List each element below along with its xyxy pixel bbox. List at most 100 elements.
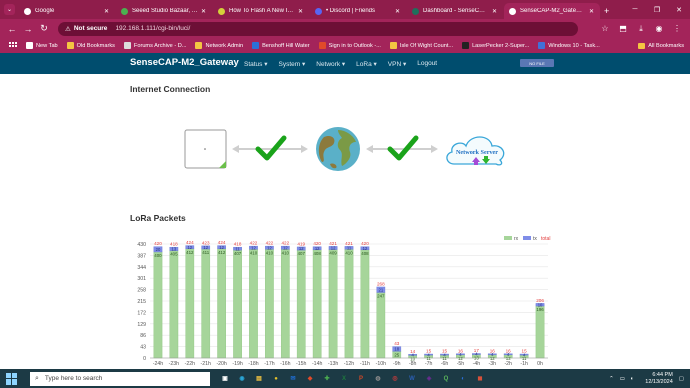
x-tick-label: -23h	[169, 361, 179, 367]
address-bar[interactable]: ⚠ Not secure 192.168.1.111/cgi-bin/luci/	[58, 21, 578, 36]
network-icon[interactable]: ▭	[620, 376, 625, 382]
router-menu-item[interactable]: Network ▾	[316, 60, 345, 68]
close-tab-icon[interactable]: ✕	[395, 8, 400, 15]
all-bookmarks-label[interactable]: All Bookmarks	[648, 43, 684, 49]
all-bookmarks-button[interactable]: All Bookmarks	[638, 38, 684, 53]
taskbar-app-icon[interactable]: Q	[439, 373, 453, 385]
close-window-icon[interactable]: ✕	[668, 0, 690, 19]
taskbar-app-icon[interactable]: X	[337, 373, 351, 385]
taskbar-app-icon[interactable]: ◍	[371, 373, 385, 385]
tab-title[interactable]: Seeed Studio Bazaar, The I	[132, 8, 198, 14]
minimize-icon[interactable]: ─	[624, 0, 646, 19]
y-tick-label: 215	[137, 299, 146, 305]
bookmark-item[interactable]: Network Admin	[195, 42, 243, 49]
new-tab-button[interactable]: +	[604, 3, 609, 19]
router-menu-item[interactable]: VPN ▾	[388, 60, 406, 68]
router-menu-item[interactable]: LoRa ▾	[356, 60, 377, 68]
bookmark-label[interactable]: Old Bookmarks	[77, 43, 115, 49]
router-menu-item[interactable]: Logout	[417, 60, 437, 67]
bookmark-label[interactable]: Benshoff Hill Water	[262, 43, 310, 49]
taskbar-app-icon[interactable]: W	[405, 373, 419, 385]
menu-icon[interactable]: ⋮	[668, 24, 686, 34]
bookmark-item[interactable]: Sign in to Outlook -...	[318, 42, 381, 49]
bookmark-item[interactable]: LaserPecker 2-Super...	[462, 42, 529, 49]
bookmark-item[interactable]: Forums Archive - D...	[123, 42, 187, 49]
close-tab-icon[interactable]: ✕	[492, 8, 497, 15]
browser-tab[interactable]: SenseCAP-M2_Gateway - ✕	[504, 3, 600, 19]
bookmark-favicon-icon	[66, 42, 74, 49]
bookmark-item[interactable]: Isle Of Wight Count...	[389, 42, 453, 49]
router-brand[interactable]: SenseCAP-M2_Gateway	[130, 57, 239, 68]
router-menu-item[interactable]: Status ▾	[244, 60, 268, 68]
forward-icon[interactable]: →	[20, 24, 36, 34]
x-tick-label: -12h	[344, 361, 354, 367]
bookmark-item[interactable]: Benshoff Hill Water	[252, 42, 310, 49]
downloads-icon[interactable]: ⤓	[632, 24, 650, 34]
close-tab-icon[interactable]: ✕	[104, 8, 109, 15]
taskbar-search[interactable]: ⌕ Type here to search	[30, 371, 210, 386]
tab-title[interactable]: • Discord | Friends	[326, 8, 392, 14]
notifications-icon[interactable]: ▢	[679, 376, 684, 382]
tab-title[interactable]: Google	[35, 8, 101, 14]
bookmark-label[interactable]: Sign in to Outlook -...	[329, 43, 381, 49]
taskbar-app-icon[interactable]: ▤	[252, 373, 266, 385]
taskbar-app-icon[interactable]: ✚	[320, 373, 334, 385]
close-tab-icon[interactable]: ✕	[201, 8, 206, 15]
bar-rx	[344, 249, 354, 359]
extension-icon[interactable]: ⬒	[614, 24, 632, 34]
chevron-up-icon[interactable]: ⌃	[609, 376, 614, 382]
bookmark-label[interactable]: Forums Archive - D...	[134, 43, 187, 49]
url-text[interactable]: 192.168.1.111/cgi-bin/luci/	[115, 25, 190, 32]
reload-icon[interactable]: ↻	[36, 23, 52, 34]
clock-date[interactable]: 12/13/2024	[645, 379, 673, 386]
bar-rx	[312, 249, 322, 359]
browser-tab[interactable]: Seeed Studio Bazaar, The I ✕	[116, 3, 212, 19]
start-button[interactable]	[6, 372, 18, 385]
maximize-icon[interactable]: ❐	[646, 0, 668, 19]
taskbar-app-icon[interactable]: ◈	[422, 373, 436, 385]
clock[interactable]: 6:44 PM 12/13/2024	[645, 372, 673, 386]
router-menu-item[interactable]: System ▾	[279, 60, 306, 68]
taskbar-app-icon[interactable]: ◎	[388, 373, 402, 385]
bookmark-label[interactable]: Network Admin	[205, 43, 243, 49]
close-tab-icon[interactable]: ✕	[589, 8, 594, 15]
taskbar-app-icon[interactable]: ◆	[303, 373, 317, 385]
bookmark-label[interactable]: New Tab	[36, 43, 58, 49]
back-icon[interactable]: ←	[4, 24, 20, 34]
bookmark-label[interactable]: LaserPecker 2-Super...	[472, 43, 529, 49]
taskbar-app-icon[interactable]: ✉	[286, 373, 300, 385]
y-tick-label: 387	[137, 253, 146, 259]
browser-tab[interactable]: Dashboard - SenseCAP Cl ✕	[407, 3, 503, 19]
browser-tab[interactable]: • Discord | Friends ✕	[310, 3, 406, 19]
browser-tab[interactable]: Google ✕	[19, 3, 115, 19]
y-tick-label: 430	[137, 242, 146, 248]
bar-rx	[249, 249, 258, 359]
taskbar-app-icon[interactable]: ◉	[235, 373, 249, 385]
bookmark-label[interactable]: Isle Of Wight Count...	[400, 43, 453, 49]
taskbar-app-icon[interactable]: ▣	[218, 373, 232, 385]
taskbar-app-icon[interactable]: ◐	[456, 373, 470, 385]
taskbar-app-icon[interactable]: ◼	[473, 373, 487, 385]
close-tab-icon[interactable]: ✕	[298, 8, 303, 15]
browser-tab[interactable]: How To Flash A New Image ✕	[213, 3, 309, 19]
bookmark-star-icon[interactable]: ☆	[596, 24, 614, 34]
bar-rx	[280, 249, 290, 359]
tab-title[interactable]: Dashboard - SenseCAP Cl	[423, 8, 489, 14]
taskbar-app-icon[interactable]: P	[354, 373, 368, 385]
rx-value-label: 410	[282, 250, 290, 255]
bookmark-item[interactable]: Old Bookmarks	[66, 42, 115, 49]
clock-time[interactable]: 6:44 PM	[645, 372, 672, 379]
bookmark-label[interactable]: Windows 10 - Task...	[548, 43, 600, 49]
not-secure-icon[interactable]: ⚠	[65, 25, 71, 33]
volume-icon[interactable]: ◖	[630, 376, 633, 382]
apps-grid-icon[interactable]	[9, 42, 17, 49]
search-placeholder[interactable]: Type here to search	[45, 375, 102, 382]
bookmark-item[interactable]: New Tab	[26, 42, 58, 49]
tab-list-button[interactable]: ⌄	[4, 4, 15, 15]
bookmark-item[interactable]: Windows 10 - Task...	[538, 42, 600, 49]
profile-icon[interactable]: ◉	[650, 24, 668, 34]
taskbar-app-icon[interactable]: ●	[269, 373, 283, 385]
security-label[interactable]: Not secure	[74, 25, 108, 32]
tab-title[interactable]: How To Flash A New Image	[229, 8, 295, 14]
tab-title[interactable]: SenseCAP-M2_Gateway -	[520, 8, 586, 14]
